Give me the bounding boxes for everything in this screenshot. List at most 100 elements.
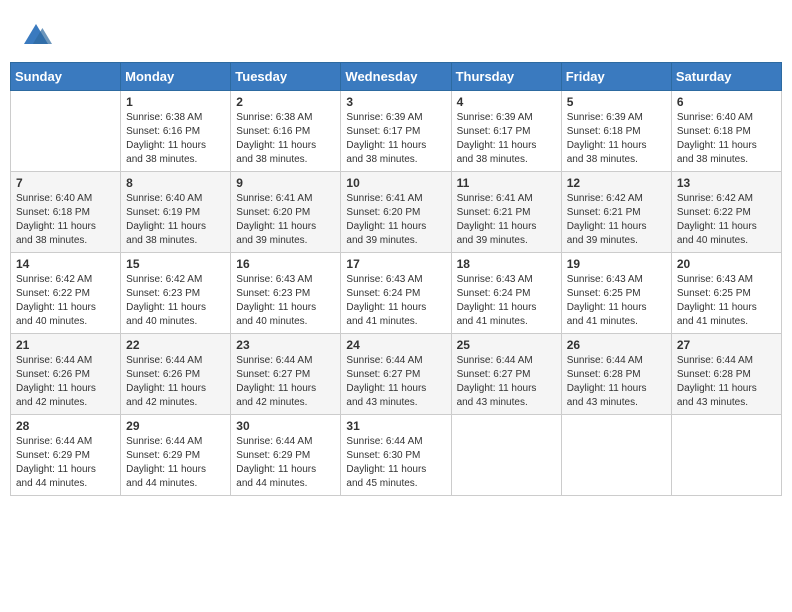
day-number: 31 (346, 419, 445, 433)
cell-content: Sunrise: 6:42 AM Sunset: 6:22 PM Dayligh… (16, 273, 115, 329)
logo (20, 20, 56, 52)
day-number: 21 (16, 338, 115, 352)
cell-content: Sunrise: 6:39 AM Sunset: 6:18 PM Dayligh… (567, 111, 666, 167)
calendar-cell: 8 Sunrise: 6:40 AM Sunset: 6:19 PM Daylig… (121, 172, 231, 253)
cell-content: Sunrise: 6:38 AM Sunset: 6:16 PM Dayligh… (126, 111, 225, 167)
header (10, 10, 782, 57)
calendar-cell (11, 91, 121, 172)
calendar-cell: 26Sunrise: 6:44 AM Sunset: 6:28 PM Dayli… (561, 334, 671, 415)
day-number: 29 (126, 419, 225, 433)
day-number: 14 (16, 257, 115, 271)
calendar-cell: 7 Sunrise: 6:40 AM Sunset: 6:18 PM Daylig… (11, 172, 121, 253)
cell-content: Sunrise: 6:44 AM Sunset: 6:29 PM Dayligh… (126, 435, 225, 491)
cell-content: Sunrise: 6:44 AM Sunset: 6:27 PM Dayligh… (457, 354, 556, 410)
cell-content: Sunrise: 6:43 AM Sunset: 6:25 PM Dayligh… (677, 273, 776, 329)
week-row-3: 14 Sunrise: 6:42 AM Sunset: 6:22 PM Dayli… (11, 253, 782, 334)
cell-content: Sunrise: 6:41 AM Sunset: 6:21 PM Dayligh… (457, 192, 556, 248)
day-header-thursday: Thursday (451, 63, 561, 91)
calendar-header-row: SundayMondayTuesdayWednesdayThursdayFrid… (11, 63, 782, 91)
cell-content: Sunrise: 6:39 AM Sunset: 6:17 PM Dayligh… (346, 111, 445, 167)
calendar-cell (451, 415, 561, 496)
cell-content: Sunrise: 6:38 AM Sunset: 6:16 PM Dayligh… (236, 111, 335, 167)
cell-content: Sunrise: 6:43 AM Sunset: 6:23 PM Dayligh… (236, 273, 335, 329)
day-number: 27 (677, 338, 776, 352)
calendar-cell: 20 Sunrise: 6:43 AM Sunset: 6:25 PM Dayli… (671, 253, 781, 334)
day-header-wednesday: Wednesday (341, 63, 451, 91)
day-header-monday: Monday (121, 63, 231, 91)
calendar-cell: 31 Sunrise: 6:44 AM Sunset: 6:30 PM Dayli… (341, 415, 451, 496)
cell-content: Sunrise: 6:43 AM Sunset: 6:25 PM Dayligh… (567, 273, 666, 329)
logo-icon (20, 20, 52, 52)
cell-content: Sunrise: 6:41 AM Sunset: 6:20 PM Dayligh… (346, 192, 445, 248)
day-number: 19 (567, 257, 666, 271)
day-number: 30 (236, 419, 335, 433)
calendar-cell: 23Sunrise: 6:44 AM Sunset: 6:27 PM Dayli… (231, 334, 341, 415)
calendar-cell: 25 Sunrise: 6:44 AM Sunset: 6:27 PM Dayli… (451, 334, 561, 415)
cell-content: Sunrise: 6:42 AM Sunset: 6:22 PM Dayligh… (677, 192, 776, 248)
cell-content: Sunrise: 6:42 AM Sunset: 6:23 PM Dayligh… (126, 273, 225, 329)
cell-content: Sunrise: 6:44 AM Sunset: 6:28 PM Dayligh… (677, 354, 776, 410)
calendar-cell: 18Sunrise: 6:43 AM Sunset: 6:24 PM Dayli… (451, 253, 561, 334)
day-number: 22 (126, 338, 225, 352)
day-number: 9 (236, 176, 335, 190)
cell-content: Sunrise: 6:44 AM Sunset: 6:26 PM Dayligh… (126, 354, 225, 410)
day-header-sunday: Sunday (11, 63, 121, 91)
cell-content: Sunrise: 6:42 AM Sunset: 6:21 PM Dayligh… (567, 192, 666, 248)
calendar-cell: 17 Sunrise: 6:43 AM Sunset: 6:24 PM Dayli… (341, 253, 451, 334)
calendar-cell: 19 Sunrise: 6:43 AM Sunset: 6:25 PM Dayli… (561, 253, 671, 334)
calendar-cell: 2 Sunrise: 6:38 AM Sunset: 6:16 PM Daylig… (231, 91, 341, 172)
cell-content: Sunrise: 6:41 AM Sunset: 6:20 PM Dayligh… (236, 192, 335, 248)
cell-content: Sunrise: 6:43 AM Sunset: 6:24 PM Dayligh… (346, 273, 445, 329)
cell-content: Sunrise: 6:44 AM Sunset: 6:29 PM Dayligh… (236, 435, 335, 491)
day-number: 12 (567, 176, 666, 190)
cell-content: Sunrise: 6:44 AM Sunset: 6:27 PM Dayligh… (346, 354, 445, 410)
day-number: 28 (16, 419, 115, 433)
day-header-tuesday: Tuesday (231, 63, 341, 91)
calendar-cell: 3 Sunrise: 6:39 AM Sunset: 6:17 PM Daylig… (341, 91, 451, 172)
calendar-cell: 14 Sunrise: 6:42 AM Sunset: 6:22 PM Dayli… (11, 253, 121, 334)
calendar-cell: 9 Sunrise: 6:41 AM Sunset: 6:20 PM Daylig… (231, 172, 341, 253)
day-number: 1 (126, 95, 225, 109)
calendar: SundayMondayTuesdayWednesdayThursdayFrid… (10, 62, 782, 496)
week-row-5: 28 Sunrise: 6:44 AM Sunset: 6:29 PM Dayli… (11, 415, 782, 496)
cell-content: Sunrise: 6:44 AM Sunset: 6:30 PM Dayligh… (346, 435, 445, 491)
day-number: 7 (16, 176, 115, 190)
day-number: 10 (346, 176, 445, 190)
calendar-cell: 5 Sunrise: 6:39 AM Sunset: 6:18 PM Daylig… (561, 91, 671, 172)
week-row-1: 1 Sunrise: 6:38 AM Sunset: 6:16 PM Daylig… (11, 91, 782, 172)
calendar-cell: 21Sunrise: 6:44 AM Sunset: 6:26 PM Dayli… (11, 334, 121, 415)
day-number: 3 (346, 95, 445, 109)
calendar-cell: 28 Sunrise: 6:44 AM Sunset: 6:29 PM Dayli… (11, 415, 121, 496)
cell-content: Sunrise: 6:44 AM Sunset: 6:28 PM Dayligh… (567, 354, 666, 410)
day-number: 18 (457, 257, 556, 271)
cell-content: Sunrise: 6:44 AM Sunset: 6:29 PM Dayligh… (16, 435, 115, 491)
calendar-cell: 24Sunrise: 6:44 AM Sunset: 6:27 PM Dayli… (341, 334, 451, 415)
day-header-saturday: Saturday (671, 63, 781, 91)
day-number: 6 (677, 95, 776, 109)
cell-content: Sunrise: 6:40 AM Sunset: 6:19 PM Dayligh… (126, 192, 225, 248)
cell-content: Sunrise: 6:39 AM Sunset: 6:17 PM Dayligh… (457, 111, 556, 167)
calendar-cell: 11Sunrise: 6:41 AM Sunset: 6:21 PM Dayli… (451, 172, 561, 253)
calendar-cell: 12 Sunrise: 6:42 AM Sunset: 6:21 PM Dayli… (561, 172, 671, 253)
cell-content: Sunrise: 6:40 AM Sunset: 6:18 PM Dayligh… (677, 111, 776, 167)
day-number: 4 (457, 95, 556, 109)
calendar-cell: 29 Sunrise: 6:44 AM Sunset: 6:29 PM Dayli… (121, 415, 231, 496)
calendar-body: 1 Sunrise: 6:38 AM Sunset: 6:16 PM Daylig… (11, 91, 782, 496)
day-number: 8 (126, 176, 225, 190)
cell-content: Sunrise: 6:44 AM Sunset: 6:27 PM Dayligh… (236, 354, 335, 410)
calendar-cell: 13 Sunrise: 6:42 AM Sunset: 6:22 PM Dayli… (671, 172, 781, 253)
day-number: 2 (236, 95, 335, 109)
day-number: 20 (677, 257, 776, 271)
day-number: 25 (457, 338, 556, 352)
day-number: 16 (236, 257, 335, 271)
calendar-cell: 15 Sunrise: 6:42 AM Sunset: 6:23 PM Dayli… (121, 253, 231, 334)
calendar-cell (671, 415, 781, 496)
calendar-cell: 1 Sunrise: 6:38 AM Sunset: 6:16 PM Daylig… (121, 91, 231, 172)
calendar-cell: 6 Sunrise: 6:40 AM Sunset: 6:18 PM Daylig… (671, 91, 781, 172)
cell-content: Sunrise: 6:40 AM Sunset: 6:18 PM Dayligh… (16, 192, 115, 248)
day-number: 5 (567, 95, 666, 109)
day-number: 17 (346, 257, 445, 271)
calendar-cell: 16 Sunrise: 6:43 AM Sunset: 6:23 PM Dayli… (231, 253, 341, 334)
day-number: 15 (126, 257, 225, 271)
day-number: 13 (677, 176, 776, 190)
